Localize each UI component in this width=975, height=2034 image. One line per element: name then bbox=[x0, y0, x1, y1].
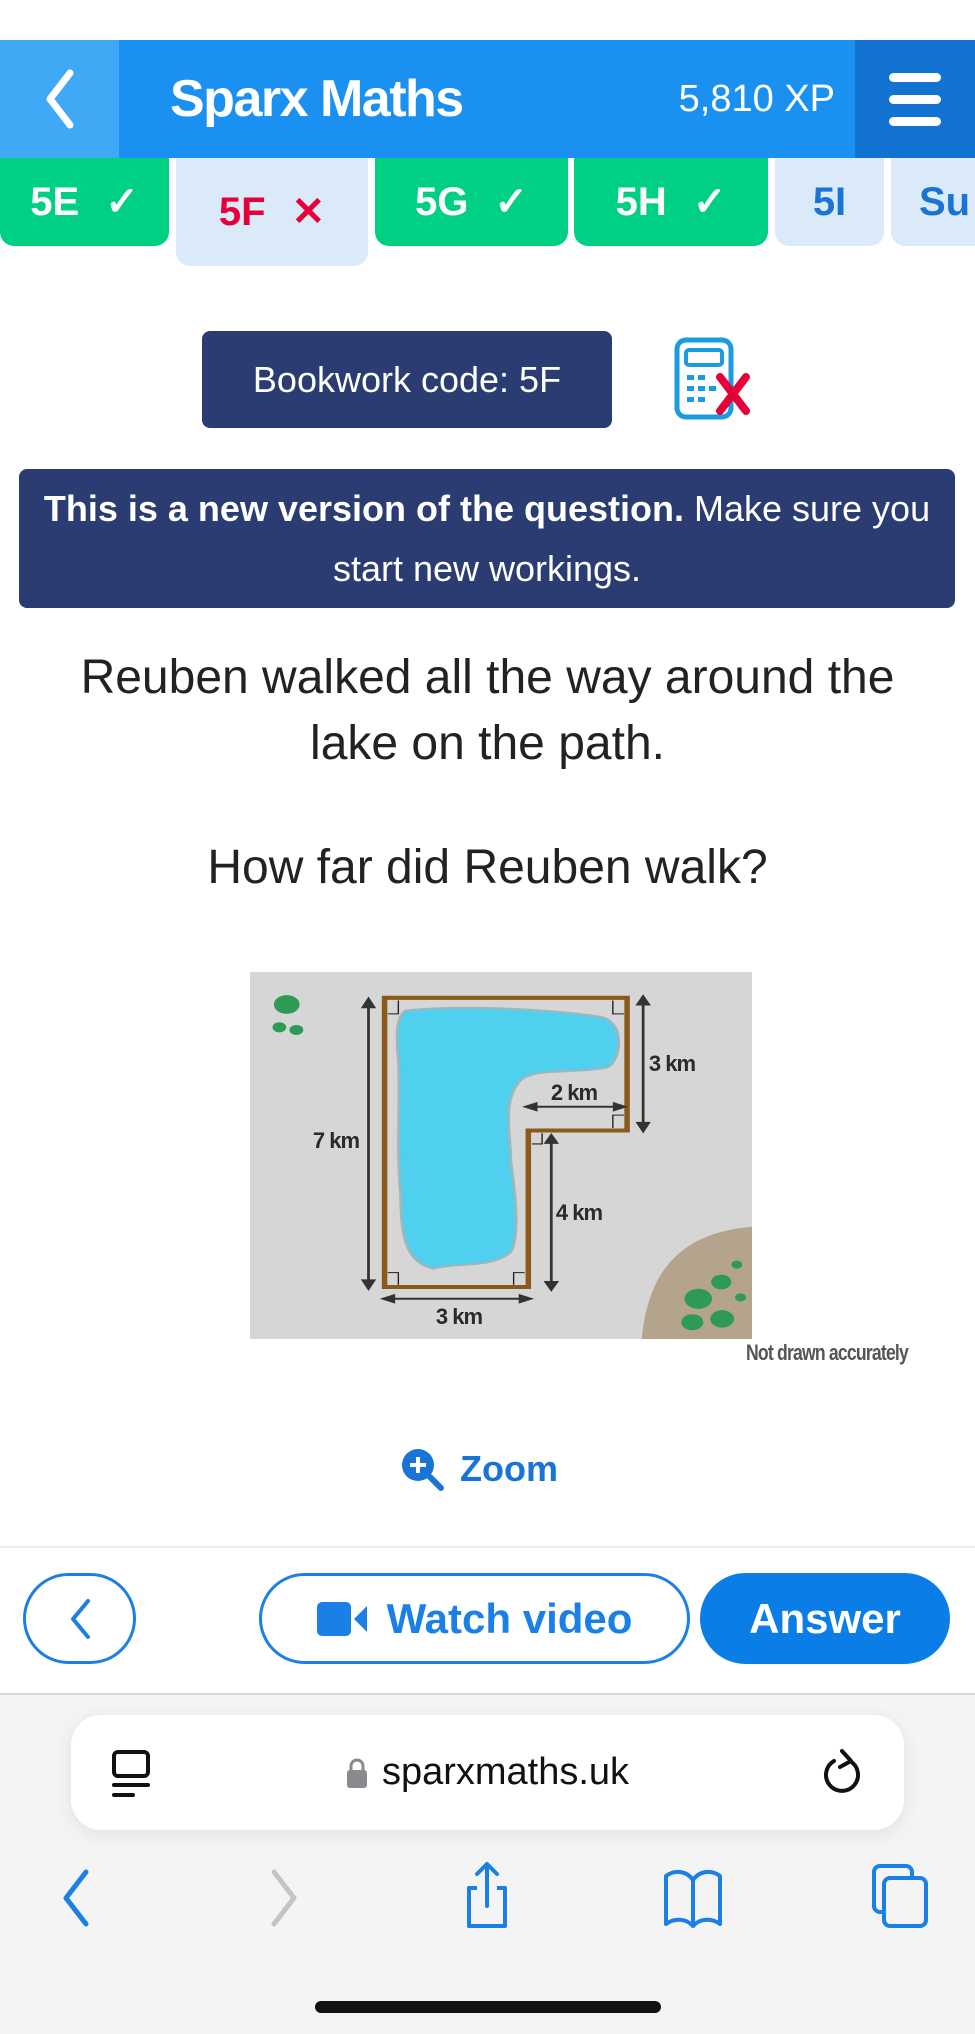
zoom-in-icon bbox=[402, 1449, 444, 1491]
video-camera-icon bbox=[316, 1601, 367, 1636]
check-icon: ✓ bbox=[105, 180, 139, 224]
watch-video-label: Watch video bbox=[386, 1594, 633, 1642]
lake-diagram: 7 km 3 km 2 km 4 km 3 km bbox=[250, 972, 752, 1339]
label-3km-right: 3 km bbox=[648, 1051, 696, 1076]
check-icon: ✓ bbox=[692, 180, 727, 224]
menu-button[interactable] bbox=[855, 40, 975, 158]
chevron-left-icon bbox=[70, 1598, 90, 1639]
tab-5g[interactable]: 5G ✓ bbox=[375, 158, 568, 246]
cross-icon: ✕ bbox=[291, 190, 326, 234]
not-drawn-accurately-note: Not drawn accurately bbox=[746, 1340, 909, 1365]
zoom-button[interactable]: Zoom bbox=[400, 1446, 558, 1492]
app-header: Sparx Maths 5,810 XP bbox=[0, 40, 975, 158]
hamburger-icon bbox=[889, 72, 941, 82]
label-2km: 2 km bbox=[550, 1080, 598, 1105]
share-icon[interactable] bbox=[452, 1860, 522, 1930]
tab-5e[interactable]: 5E ✓ bbox=[0, 158, 169, 246]
tabs-icon[interactable] bbox=[866, 1860, 936, 1930]
calculator-not-allowed-icon bbox=[674, 337, 750, 420]
watch-video-button[interactable]: Watch video bbox=[259, 1573, 690, 1664]
lock-icon bbox=[346, 1758, 367, 1788]
tab-label: Su bbox=[919, 179, 971, 224]
label-7km: 7 km bbox=[312, 1128, 360, 1153]
tab-5i[interactable]: 5I bbox=[775, 158, 884, 246]
xp-counter: 5,810 XP bbox=[678, 78, 835, 120]
home-indicator bbox=[315, 2001, 661, 2013]
question-line-2: lake on the path. bbox=[310, 717, 665, 770]
check-icon: ✓ bbox=[494, 180, 528, 224]
notice-bold: This is a new version of the question. bbox=[43, 488, 684, 529]
tab-label: 5H bbox=[615, 179, 667, 224]
label-4km: 4 km bbox=[555, 1200, 603, 1225]
status-bar bbox=[0, 0, 975, 40]
url-display[interactable]: sparxmaths.uk bbox=[346, 1751, 629, 1794]
url-text: sparxmaths.uk bbox=[381, 1751, 630, 1793]
hamburger-icon-bar bbox=[889, 94, 941, 104]
previous-button[interactable] bbox=[23, 1573, 136, 1664]
tab-label: 5E bbox=[30, 179, 80, 224]
question-prompt: How far did Reuben walk? bbox=[207, 841, 768, 894]
tab-label: 5F bbox=[218, 189, 266, 234]
bookmarks-icon[interactable] bbox=[658, 1860, 728, 1930]
browser-forward-icon[interactable] bbox=[250, 1860, 320, 1930]
reload-icon[interactable] bbox=[820, 1747, 864, 1799]
tab-summary[interactable]: Su bbox=[891, 158, 975, 246]
app-title: Sparx Maths bbox=[170, 70, 464, 128]
answer-button[interactable]: Answer bbox=[700, 1573, 950, 1664]
tab-label: 5I bbox=[812, 179, 847, 224]
tab-label: 5G bbox=[415, 179, 469, 224]
chevron-left-icon bbox=[46, 69, 73, 129]
label-3km-bottom: 3 km bbox=[435, 1304, 483, 1329]
new-version-notice: This is a new version of the question. M… bbox=[19, 469, 955, 608]
browser-back-icon[interactable] bbox=[40, 1860, 110, 1930]
tab-5h[interactable]: 5H ✓ bbox=[574, 158, 768, 246]
address-bar[interactable]: sparxmaths.uk bbox=[71, 1715, 904, 1830]
lake-diagram-drawing bbox=[250, 972, 752, 1339]
back-button[interactable] bbox=[0, 40, 119, 158]
divider bbox=[0, 1546, 975, 1548]
tab-5f[interactable]: 5F ✕ bbox=[176, 158, 368, 266]
bookwork-code: Bookwork code: 5F bbox=[202, 331, 612, 428]
question-line-1: Reuben walked all the way around the bbox=[80, 651, 895, 704]
hamburger-icon-bar bbox=[889, 116, 941, 126]
reader-view-icon[interactable] bbox=[111, 1749, 151, 1799]
answer-label: Answer bbox=[749, 1594, 901, 1642]
zoom-label: Zoom bbox=[460, 1448, 558, 1489]
